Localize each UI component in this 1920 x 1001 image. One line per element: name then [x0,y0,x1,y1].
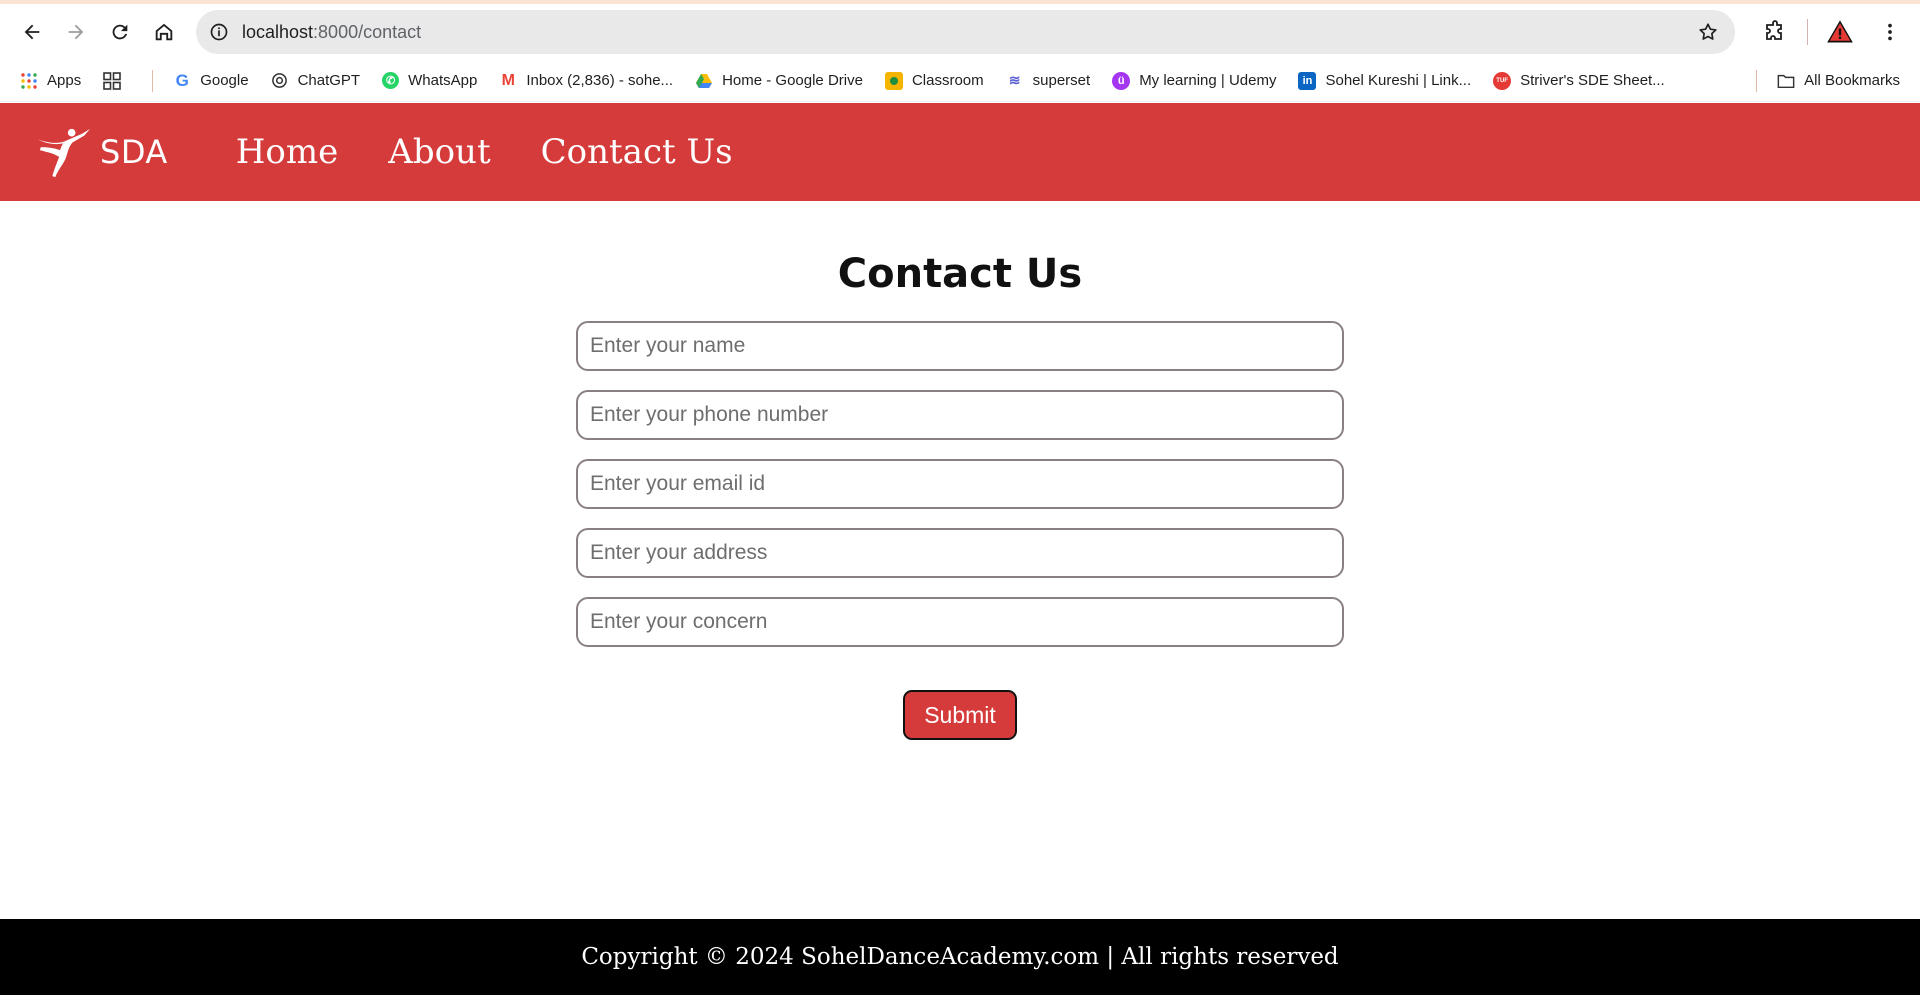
bookmark-google-drive[interactable]: Home - Google Drive [695,72,863,90]
nav-link-home[interactable]: Home [236,132,338,172]
reload-button[interactable] [100,12,140,52]
email-field[interactable]: Enter your email id [576,459,1344,509]
concern-field[interactable]: Enter your concern [576,597,1344,647]
browser-menu-icon[interactable] [1872,14,1908,50]
url-text: localhost:8000/contact [242,22,1693,43]
name-field[interactable]: Enter your name [576,321,1344,371]
apps-grid-icon [20,72,38,90]
bookmark-striver[interactable]: TUF Striver's SDE Sheet... [1493,71,1665,90]
udemy-icon: ü [1112,71,1131,90]
superset-icon: ≋ [1008,72,1021,88]
phone-field[interactable]: Enter your phone number [576,390,1344,440]
brand-name: SDA [100,133,168,171]
bookmark-whatsapp[interactable]: ✆ WhatsApp [382,72,477,89]
phone-placeholder: Enter your phone number [590,403,829,426]
bookmark-star-icon[interactable] [1693,17,1723,47]
url-host: localhost [242,21,314,42]
bookmark-label: Classroom [911,72,984,89]
extensions-icon[interactable] [1757,14,1793,50]
bookmark-label: Home - Google Drive [722,72,863,89]
bookmark-tab-groups[interactable] [103,71,130,90]
bookmark-separator [152,69,154,92]
bookmark-label: ChatGPT [297,72,361,89]
home-icon [155,23,173,41]
bookmark-label: superset [1032,72,1091,89]
address-field[interactable]: Enter your address [576,528,1344,578]
linkedin-icon: in [1298,71,1317,90]
back-button[interactable] [12,12,52,52]
forward-arrow-icon [68,24,84,40]
bookmark-gmail[interactable]: M Inbox (2,836) - sohe... [499,72,673,90]
bookmark-label: Google [200,72,249,89]
tuf-icon: TUF [1493,71,1512,90]
name-placeholder: Enter your name [590,334,746,357]
address-bar[interactable]: localhost:8000/contact [196,10,1735,54]
nav-link-contact[interactable]: Contact Us [541,132,733,172]
bookmark-chatgpt[interactable]: ChatGPT [271,72,361,90]
contact-form: Enter your name Enter your phone number … [576,321,1344,666]
bookmark-classroom[interactable]: Classroom [884,71,984,90]
page-title: Contact Us [837,251,1083,297]
concern-placeholder: Enter your concern [590,610,768,633]
all-bookmarks[interactable]: All Bookmarks [1777,72,1900,90]
tab-groups-icon [103,71,122,90]
reload-icon [112,24,128,40]
home-button[interactable] [144,12,184,52]
toolbar-separator [1807,19,1808,45]
all-bookmarks-label: All Bookmarks [1804,72,1900,89]
url-path: :8000/contact [313,21,422,42]
gmail-icon: M [501,71,515,89]
dancer-logo-icon [37,128,91,178]
bookmark-google[interactable]: G Google [173,70,249,90]
copyright-text: Copyright © 2024 SohelDanceAcademy.com |… [581,944,1339,970]
bookmark-superset[interactable]: ≋ superset [1006,72,1091,90]
bookmark-label: Sohel Kureshi | Link... [1325,72,1472,89]
email-placeholder: Enter your email id [590,472,766,495]
bookmark-apps[interactable]: Apps [20,72,81,90]
site-footer: Copyright © 2024 SohelDanceAcademy.com |… [0,919,1920,995]
bookmark-label: Striver's SDE Sheet... [1520,72,1665,89]
submit-button[interactable]: Submit [903,690,1017,740]
bookmark-separator [1756,69,1758,92]
bookmarks-bar: Apps G Google ChatGPT ✆ WhatsApp M Inbox… [0,60,1920,102]
google-icon: G [175,70,189,90]
profile-warning-icon[interactable] [1822,14,1858,50]
contact-section: Contact Us Enter your name Enter your ph… [0,201,1920,919]
back-arrow-icon [24,24,40,40]
whatsapp-icon: ✆ [382,72,400,89]
bookmark-label: WhatsApp [408,72,478,89]
nav-link-about[interactable]: About [388,132,490,172]
bookmark-udemy[interactable]: ü My learning | Udemy [1112,71,1277,90]
forward-button[interactable] [56,12,96,52]
chatgpt-icon [271,72,289,90]
folder-icon [1777,72,1795,90]
classroom-icon [884,71,903,90]
google-drive-icon [695,72,713,90]
bookmark-label: Apps [47,72,82,89]
bookmark-label: My learning | Udemy [1139,72,1277,89]
bookmark-label: Inbox (2,836) - sohe... [526,72,674,89]
address-placeholder: Enter your address [590,541,768,564]
bookmark-linkedin[interactable]: in Sohel Kureshi | Link... [1298,71,1472,90]
site-navbar: SDA Home About Contact Us [0,103,1920,201]
browser-toolbar: localhost:8000/contact [0,4,1920,60]
site-info-icon[interactable] [206,19,232,45]
site-logo[interactable]: SDA [34,124,168,180]
